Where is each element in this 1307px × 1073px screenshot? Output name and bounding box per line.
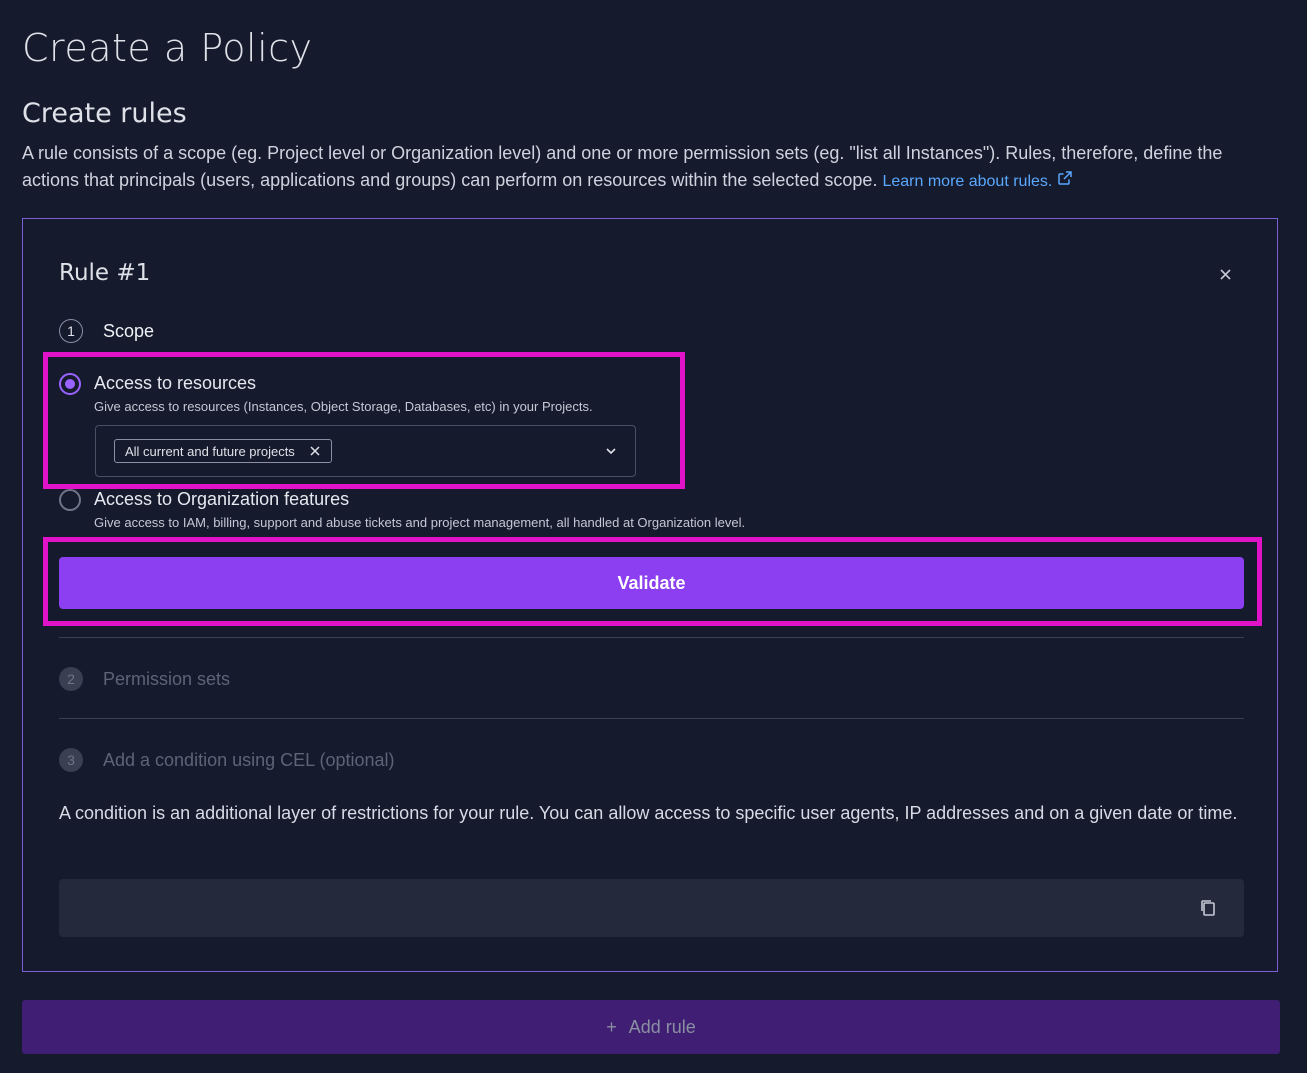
close-icon: [1219, 268, 1231, 280]
section-description: A rule consists of a scope (eg. Project …: [22, 140, 1272, 195]
project-tag: All current and future projects: [114, 439, 332, 463]
step-number: 2: [59, 667, 83, 691]
project-tag-label: All current and future projects: [125, 443, 295, 459]
step-number: 1: [59, 319, 83, 343]
step-label: Scope: [103, 320, 155, 341]
tag-remove-icon[interactable]: [309, 445, 321, 457]
chevron-down-icon[interactable]: [605, 445, 617, 457]
copy-icon[interactable]: [1200, 899, 1216, 917]
radio-resources[interactable]: [59, 373, 81, 395]
section-title: Create rules: [22, 98, 187, 129]
projects-select[interactable]: All current and future projects: [95, 425, 636, 477]
page-title: Create a Policy: [22, 26, 313, 70]
plus-icon: +: [606, 1016, 617, 1037]
step-label: Add a condition using CEL (optional): [103, 749, 395, 770]
step-scope: 1 Scope: [59, 318, 154, 344]
condition-editor[interactable]: [59, 879, 1244, 937]
validate-button[interactable]: Validate: [59, 557, 1244, 609]
option-description: Give access to resources (Instances, Obj…: [94, 399, 593, 414]
step-permission-sets[interactable]: 2 Permission sets: [59, 666, 230, 692]
radio-organization[interactable]: [59, 489, 81, 511]
option-description: Give access to IAM, billing, support and…: [94, 515, 746, 530]
option-label: Access to Organization features: [94, 489, 350, 509]
step-label: Permission sets: [103, 668, 231, 689]
add-rule-label: Add rule: [628, 1016, 696, 1037]
add-rule-button[interactable]: + Add rule: [22, 1000, 1280, 1054]
learn-more-link[interactable]: Learn more about rules.: [882, 171, 1073, 190]
divider: [59, 637, 1244, 638]
close-rule-button[interactable]: [1214, 263, 1236, 285]
step-number: 3: [59, 748, 83, 772]
condition-description: A condition is an additional layer of re…: [59, 803, 1238, 823]
rule-card: Rule #1 1 Scope Access to resources Give…: [22, 218, 1278, 972]
rule-title: Rule #1: [59, 260, 151, 286]
divider: [59, 718, 1244, 719]
option-label: Access to resources: [94, 373, 257, 393]
step-condition[interactable]: 3 Add a condition using CEL (optional): [59, 747, 395, 773]
learn-more-link-text: Learn more about rules.: [882, 173, 1053, 190]
external-link-icon: [1058, 171, 1073, 185]
